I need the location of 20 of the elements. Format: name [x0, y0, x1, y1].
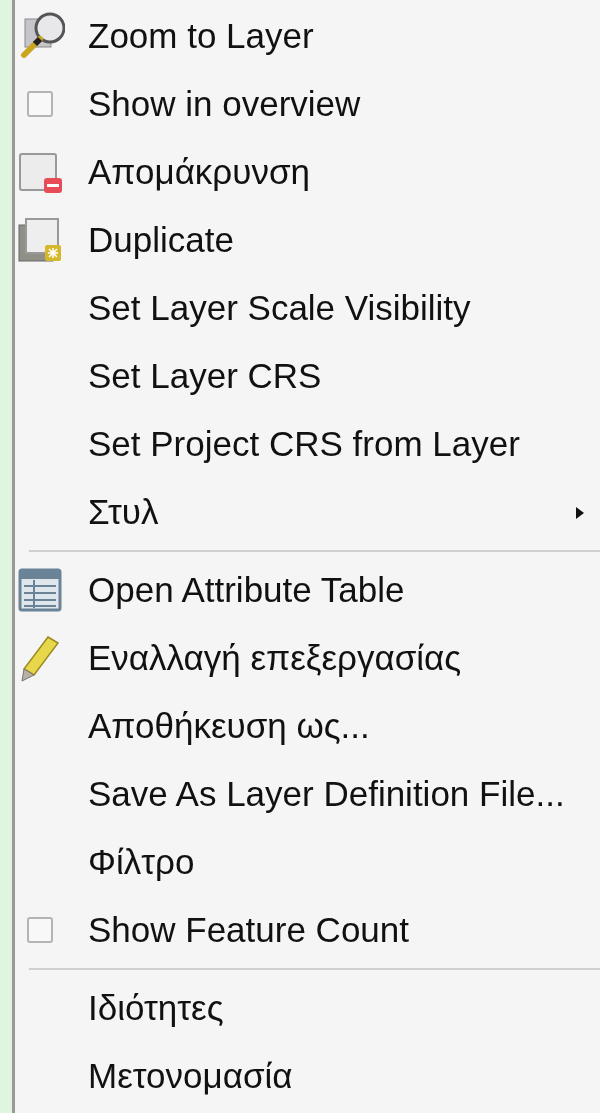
checkbox[interactable]	[26, 91, 53, 117]
menu-item[interactable]: Zoom to Layer	[15, 2, 600, 70]
menu-item[interactable]: Set Layer Scale Visibility	[15, 274, 600, 342]
menu-item[interactable]: Duplicate	[15, 206, 600, 274]
menu-item[interactable]: Show Feature Count	[15, 896, 600, 964]
menu-item[interactable]: Set Layer CRS	[15, 342, 600, 410]
menu-item[interactable]: Show in overview	[15, 70, 600, 138]
menu-item[interactable]: Αποθήκευση ως...	[15, 692, 600, 760]
menu-item[interactable]: Μετονομασία	[15, 1042, 600, 1110]
menu-item[interactable]: Save As Layer Definition File...	[15, 760, 600, 828]
menu-item[interactable]: Στυλ	[15, 478, 600, 546]
checkbox[interactable]	[26, 917, 53, 943]
table-icon	[17, 568, 62, 612]
menu-item[interactable]: Open Attribute Table	[15, 556, 600, 624]
menu-item[interactable]: Ιδιότητες	[15, 974, 600, 1042]
menu-item[interactable]: Set Project CRS from Layer	[15, 410, 600, 478]
submenu-arrow-icon	[576, 507, 584, 519]
menu-item[interactable]: Απομάκρυνση	[15, 138, 600, 206]
menu-item[interactable]: Φίλτρο	[15, 828, 600, 896]
menu-item[interactable]: Εναλλαγή επεξεργασίας	[15, 624, 600, 692]
